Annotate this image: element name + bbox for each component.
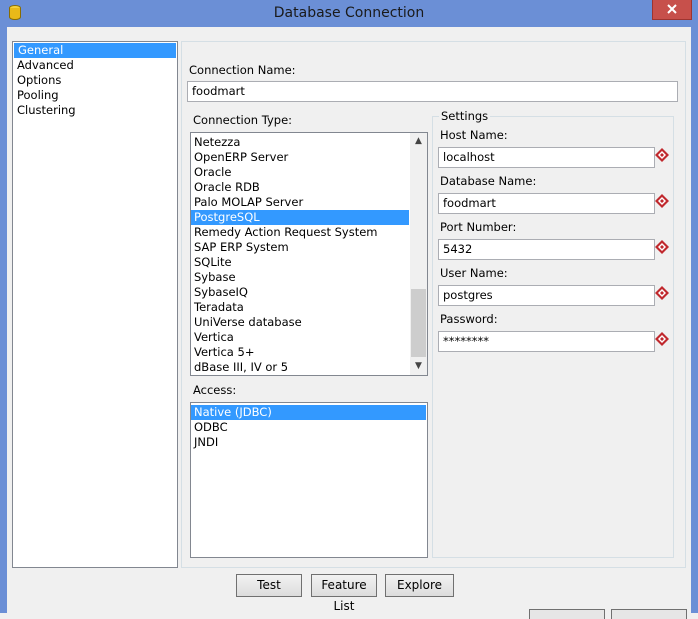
list-item[interactable]: Oracle RDB (191, 180, 427, 195)
list-item[interactable]: SAP ERP System (191, 240, 427, 255)
list-item[interactable]: Sybase (191, 270, 427, 285)
database-name-input[interactable]: foodmart (438, 193, 655, 214)
list-item[interactable]: Palo MOLAP Server (191, 195, 427, 210)
port-number-label: Port Number: (440, 220, 517, 234)
nav-item-general[interactable]: General (14, 43, 176, 58)
list-item[interactable]: dBase III, IV or 5 (191, 360, 427, 375)
variable-required-icon (655, 240, 669, 254)
password-label: Password: (440, 312, 498, 326)
list-item[interactable]: ODBC (191, 420, 427, 435)
settings-legend: Settings (439, 109, 491, 123)
explore-button[interactable]: Explore (385, 574, 454, 597)
scroll-thumb[interactable] (411, 289, 426, 357)
close-button[interactable] (652, 0, 692, 20)
list-item[interactable]: Remedy Action Request System (191, 225, 427, 240)
list-item[interactable]: JNDI (191, 435, 427, 450)
close-icon (667, 4, 677, 14)
connection-type-scrollbar[interactable]: ▲ ▼ (410, 133, 427, 375)
scroll-up-icon[interactable]: ▲ (410, 133, 427, 150)
scroll-down-icon[interactable]: ▼ (410, 358, 427, 375)
nav-list[interactable]: General Advanced Options Pooling Cluster… (12, 41, 178, 568)
nav-item-clustering[interactable]: Clustering (13, 103, 177, 118)
list-item[interactable]: Vertica (191, 330, 427, 345)
access-rows: Native (JDBC) ODBC JNDI (191, 403, 427, 450)
list-item[interactable]: SQLite (191, 255, 427, 270)
nav-item-advanced[interactable]: Advanced (13, 58, 177, 73)
access-label: Access: (193, 383, 237, 397)
list-item[interactable]: Oracle (191, 165, 427, 180)
list-item[interactable]: Teradata (191, 300, 427, 315)
list-item[interactable]: Vertica 5+ (191, 345, 427, 360)
host-name-input[interactable]: localhost (438, 147, 655, 168)
list-item[interactable]: OpenERP Server (191, 150, 427, 165)
list-item-selected[interactable]: PostgreSQL (191, 210, 409, 225)
user-name-input[interactable]: postgres (438, 285, 655, 306)
dialog-button[interactable] (611, 609, 687, 619)
connection-type-rows: Netezza OpenERP Server Oracle Oracle RDB… (191, 133, 427, 375)
database-name-label: Database Name: (440, 174, 537, 188)
variable-required-icon (655, 194, 669, 208)
list-item[interactable]: SybaseIQ (191, 285, 427, 300)
list-item-selected[interactable]: Native (JDBC) (191, 405, 426, 420)
dialog-button[interactable] (529, 609, 605, 619)
connection-name-input[interactable]: foodmart (187, 81, 678, 102)
title-bar: Database Connection (0, 0, 698, 27)
nav-item-pooling[interactable]: Pooling (13, 88, 177, 103)
host-name-label: Host Name: (440, 128, 508, 142)
list-item[interactable]: Netezza (191, 135, 427, 150)
connection-type-label: Connection Type: (193, 113, 293, 127)
port-number-input[interactable]: 5432 (438, 239, 655, 260)
connection-type-list[interactable]: Netezza OpenERP Server Oracle Oracle RDB… (190, 132, 428, 376)
access-list[interactable]: Native (JDBC) ODBC JNDI (190, 402, 428, 558)
feature-list-button[interactable]: Feature List (311, 574, 377, 613)
variable-required-icon (655, 332, 669, 346)
nav-item-options[interactable]: Options (13, 73, 177, 88)
user-name-label: User Name: (440, 266, 508, 280)
window-title: Database Connection (273, 5, 425, 21)
variable-required-icon (655, 148, 669, 162)
list-item[interactable]: UniVerse database (191, 315, 427, 330)
password-input[interactable]: ******** (438, 331, 655, 352)
test-button[interactable]: Test (236, 574, 302, 597)
connection-name-label: Connection Name: (189, 63, 296, 77)
variable-required-icon (655, 286, 669, 300)
